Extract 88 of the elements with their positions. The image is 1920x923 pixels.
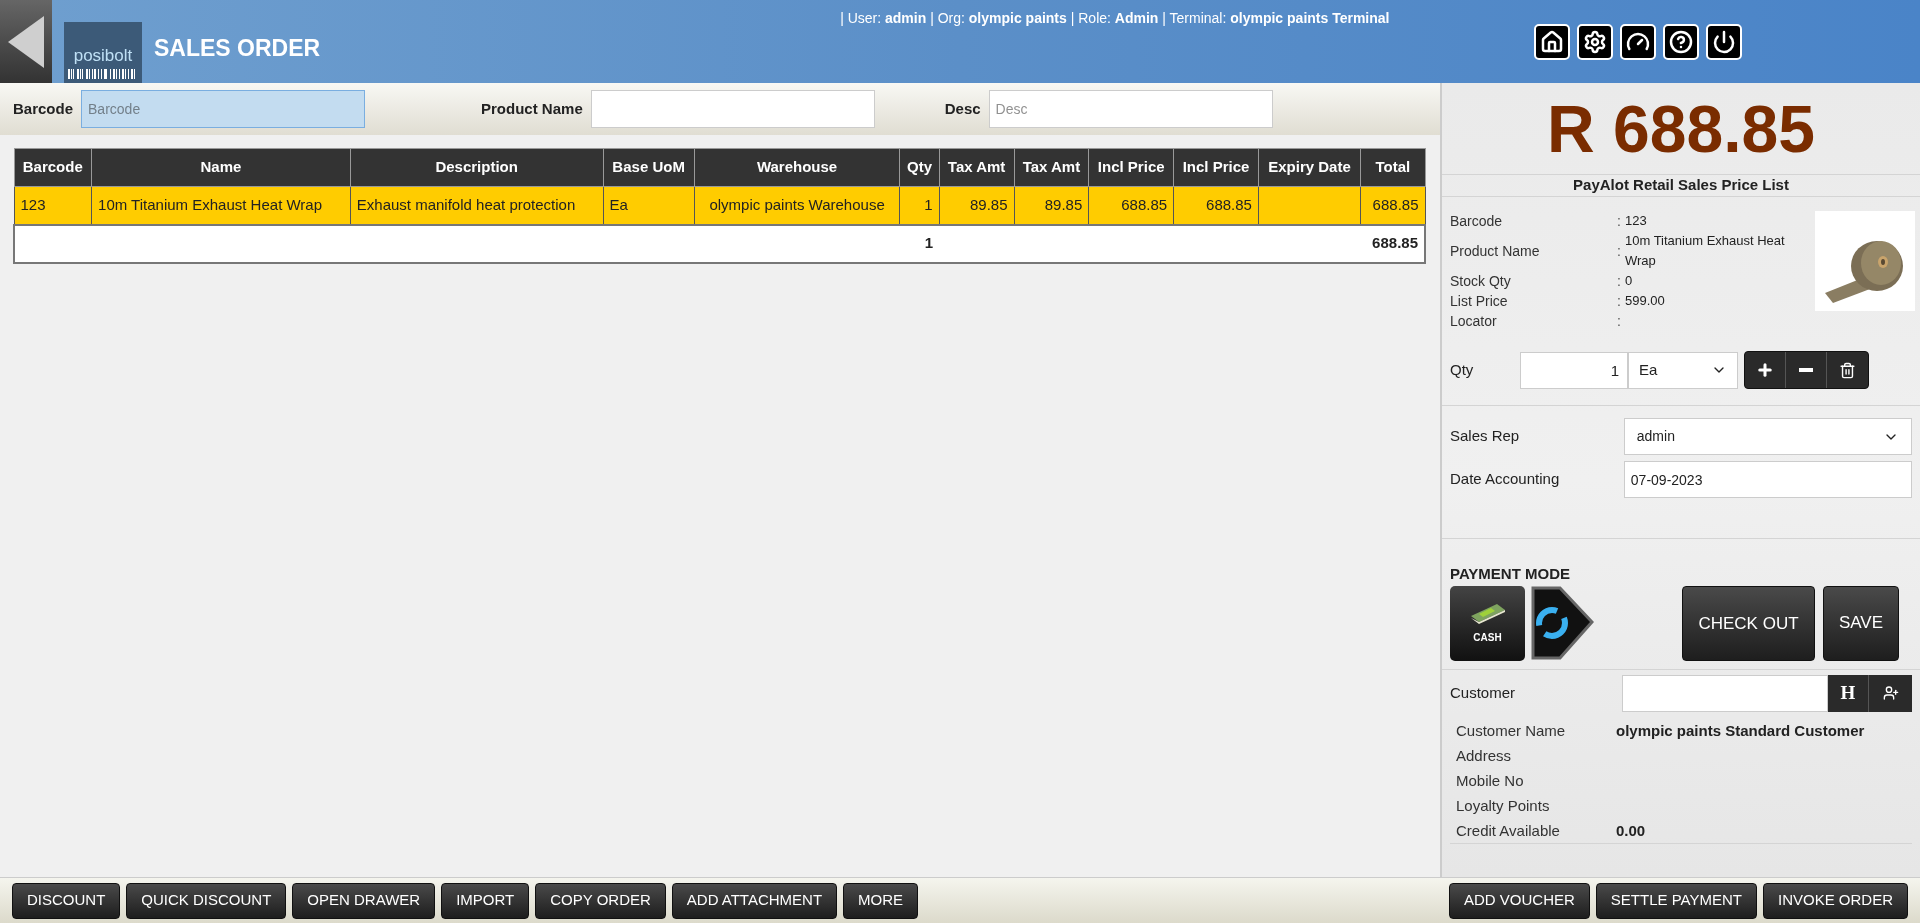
separator-colon: :: [1617, 292, 1621, 311]
action-button[interactable]: SETTLE PAYMENT: [1595, 882, 1757, 919]
search-field[interactable]: [590, 90, 875, 128]
sales-rep-dropdown[interactable]: admin: [1623, 418, 1912, 455]
column-header: Tax Amt: [1014, 148, 1089, 187]
field-label: Sales Rep: [1450, 426, 1521, 447]
home-icon[interactable]: [1534, 24, 1571, 60]
total-qty: 1: [14, 224, 940, 263]
column-header: Total: [1360, 148, 1425, 187]
customer-field[interactable]: [1622, 674, 1828, 712]
action-button[interactable]: DISCOUNT: [12, 882, 121, 919]
separator-colon: :: [1617, 242, 1621, 261]
detail-value: olympic paints Standard Customer: [1616, 720, 1865, 741]
column-header: Base UoM: [603, 148, 695, 187]
column-header: Expiry Date: [1258, 148, 1361, 187]
detail-label: Customer Name: [1456, 720, 1567, 741]
field-label: Product Name: [481, 98, 583, 119]
column-header: Tax Amt: [939, 148, 1014, 187]
date-field[interactable]: 07-09-2023: [1623, 461, 1912, 498]
detail-label: Locator: [1450, 312, 1498, 331]
column-header: Incl Price: [1088, 148, 1174, 187]
add-customer-button[interactable]: [1869, 674, 1912, 712]
detail-label: Product Name: [1450, 242, 1541, 261]
power-icon[interactable]: [1706, 24, 1743, 60]
minus-icon: [1799, 368, 1813, 372]
back-button[interactable]: [0, 0, 52, 83]
column-header: Qty: [899, 148, 940, 187]
switch-mode-button[interactable]: [1530, 585, 1594, 661]
gauge-icon[interactable]: [1620, 24, 1657, 60]
cash-button[interactable]: CASH: [1450, 585, 1525, 661]
logo-text: posibolt: [73, 47, 133, 64]
detail-label: Loyalty Points: [1456, 795, 1551, 816]
action-button[interactable]: IMPORT: [441, 882, 530, 919]
trash-icon: [1839, 361, 1856, 379]
detail-value: 0.00: [1616, 820, 1646, 841]
detail-label: List Price: [1450, 292, 1509, 311]
separator-colon: :: [1617, 272, 1621, 291]
order-total: R 688.85: [1547, 95, 1815, 162]
action-button[interactable]: QUICK DISCOUNT: [126, 882, 287, 919]
detail-value: 0: [1625, 272, 1634, 290]
uom-dropdown[interactable]: Ea: [1628, 351, 1738, 389]
save-button[interactable]: SAVE: [1823, 585, 1899, 661]
separator-colon: :: [1617, 312, 1621, 331]
detail-label: Barcode: [1450, 212, 1504, 231]
total-amount: 688.85: [939, 224, 1425, 263]
field-label: Customer: [1450, 682, 1517, 703]
table-row[interactable]: 123 10m Titanium Exhaust Heat Wrap Exhaust manifold heat protection Ea olympic paints Warehouse 1 89.85 89.85 688.85 688.85 688.85: [14, 186, 1425, 225]
checkout-button[interactable]: CHECK OUT: [1682, 585, 1815, 661]
column-header: Name: [91, 148, 351, 187]
refresh-arrow-icon: [1530, 585, 1594, 661]
barcode-icon: [68, 69, 138, 79]
help-icon[interactable]: [1663, 24, 1700, 60]
payment-mode-title: PAYMENT MODE: [1450, 564, 1571, 584]
settings-icon[interactable]: [1577, 24, 1614, 60]
column-header: Warehouse: [694, 148, 900, 187]
user-plus-icon: [1882, 685, 1899, 701]
detail-label: Credit Available: [1456, 820, 1561, 841]
plus-icon: [1756, 361, 1774, 379]
field-label: Date Accounting: [1450, 469, 1561, 490]
sales-rep-value: admin: [1636, 427, 1675, 446]
detail-value: 599.00: [1625, 292, 1666, 310]
qty-field[interactable]: 1: [1520, 351, 1628, 389]
session-info: | User: admin | Org: olympic paints | Role: Admin | Terminal: olympic paints Terminal: [840, 9, 1390, 28]
detail-label: Mobile No: [1456, 770, 1525, 791]
search-field[interactable]: Desc: [988, 90, 1273, 128]
detail-value: 10m Titanium Exhaust Heat Wrap: [1625, 232, 1786, 270]
detail-label: Stock Qty: [1450, 272, 1512, 291]
action-button[interactable]: MORE: [843, 882, 919, 919]
action-button[interactable]: OPEN DRAWER: [292, 882, 436, 919]
price-list-name: PayAlot Retail Sales Price List: [1573, 175, 1789, 196]
field-label: Barcode: [13, 98, 74, 119]
column-header: Incl Price: [1173, 148, 1259, 187]
search-field[interactable]: Barcode: [81, 90, 366, 128]
action-button[interactable]: ADD ATTACHMENT: [671, 882, 838, 919]
detail-value: 123: [1625, 212, 1648, 230]
qty-label: Qty: [1450, 359, 1475, 380]
detail-label: Address: [1456, 745, 1513, 766]
uom-value: Ea: [1639, 359, 1658, 380]
column-header: Description: [350, 148, 604, 187]
page-title: SALES ORDER: [154, 34, 321, 64]
history-button[interactable]: H: [1828, 674, 1869, 712]
action-button[interactable]: INVOKE ORDER: [1762, 882, 1908, 919]
action-button[interactable]: ADD VOUCHER: [1448, 882, 1590, 919]
field-label: Desc: [944, 98, 981, 119]
action-button[interactable]: COPY ORDER: [535, 882, 666, 919]
back-arrow-icon: [6, 13, 46, 70]
separator-colon: :: [1617, 212, 1621, 231]
column-header: Barcode: [14, 148, 92, 187]
